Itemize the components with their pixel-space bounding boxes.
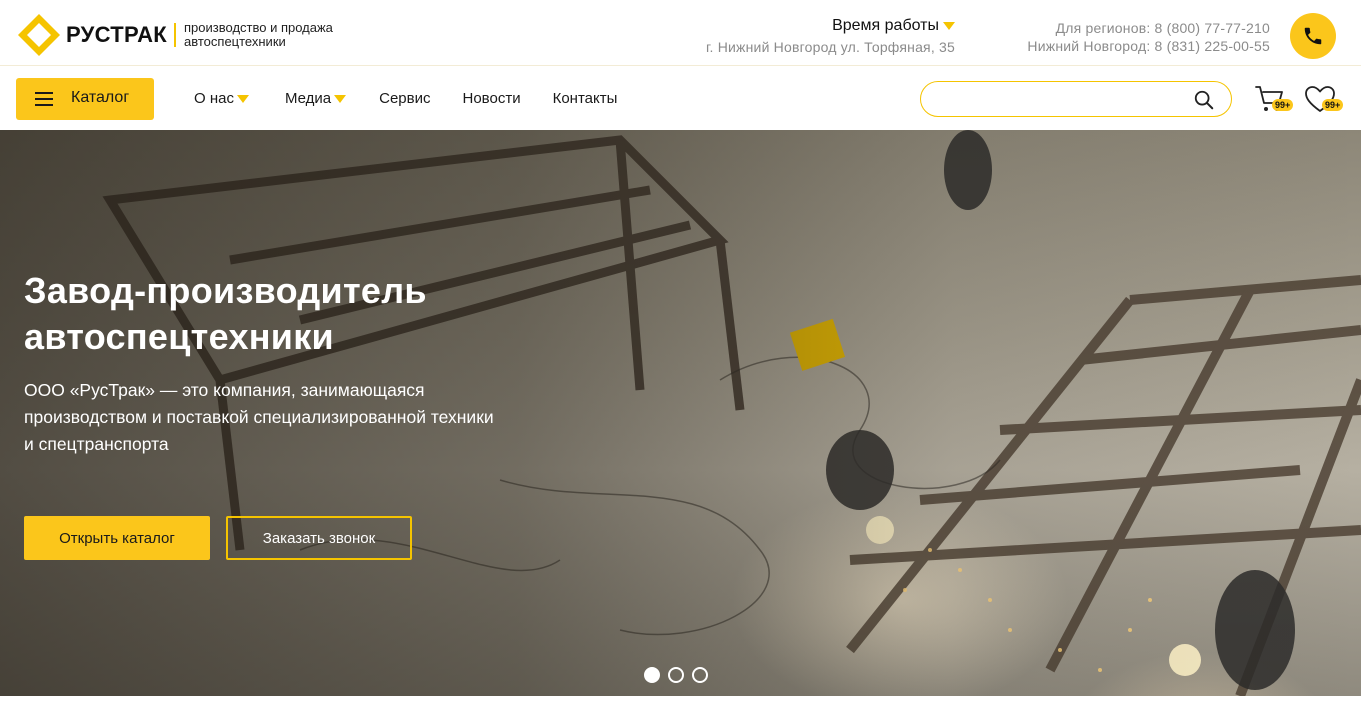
- request-call-button[interactable]: Заказать звонок: [226, 516, 412, 560]
- phone-numbers: Для регионов: 8 (800) 77-77-210 Нижний Н…: [1027, 19, 1270, 55]
- logo-tagline: производство и продажа автоспецтехники: [184, 21, 333, 49]
- hero-title-line2: автоспецтехники: [24, 316, 334, 357]
- main-nav: Каталог О нас Медиа Сервис Новости Конта…: [0, 66, 1361, 130]
- nav-menu: О нас Медиа Сервис Новости Контакты: [194, 90, 617, 107]
- logo-divider: [174, 23, 177, 47]
- slider-pagination: [644, 667, 708, 683]
- working-hours: Время работы г. Нижний Новгород ул. Торф…: [706, 17, 955, 55]
- nav-item-service[interactable]: Сервис: [379, 90, 430, 107]
- search-box: [920, 81, 1232, 117]
- cart-button[interactable]: 99+: [1254, 84, 1294, 116]
- nav-item-news-label: Новости: [462, 90, 521, 107]
- logo-link[interactable]: РУСТРАК производство и продажа автоспецт…: [16, 12, 333, 58]
- chevron-down-icon: [236, 94, 249, 103]
- nav-item-media-label: Медиа: [284, 90, 332, 107]
- call-button[interactable]: [1290, 13, 1336, 59]
- hero-title: Завод-производитель автоспецтехники: [24, 268, 427, 360]
- chevron-down-icon: [943, 22, 955, 30]
- cart-count-badge: 99+: [1272, 99, 1294, 111]
- nav-item-about-label: О нас: [194, 90, 234, 107]
- chevron-down-icon: [334, 94, 347, 103]
- hero-banner: Завод-производитель автоспецтехники ООО …: [0, 130, 1361, 696]
- open-catalog-button[interactable]: Открыть каталог: [24, 516, 210, 560]
- logo-tagline-line2: автоспецтехники: [184, 34, 286, 49]
- address-text: г. Нижний Новгород ул. Торфяная, 35: [705, 39, 955, 55]
- nav-item-about[interactable]: О нас: [194, 90, 249, 107]
- slider-dot-2[interactable]: [668, 667, 684, 683]
- nav-item-media[interactable]: Медиа: [284, 90, 347, 107]
- logo-diamond-icon: [16, 12, 62, 58]
- slider-dot-1[interactable]: [644, 667, 660, 683]
- working-hours-toggle[interactable]: Время работы: [832, 17, 955, 35]
- hamburger-icon: [35, 92, 53, 106]
- phone-icon: [1304, 27, 1322, 45]
- catalog-button[interactable]: Каталог: [16, 78, 154, 120]
- logo-tagline-line1: производство и продажа: [184, 20, 333, 35]
- catalog-button-label: Каталог: [71, 89, 130, 106]
- logo-name: РУСТРАК: [66, 22, 168, 47]
- search-icon[interactable]: [1193, 89, 1215, 111]
- favorites-button[interactable]: 99+: [1304, 84, 1346, 116]
- phone-regions[interactable]: Для регионов: 8 (800) 77-77-210: [1027, 19, 1270, 37]
- nav-item-service-label: Сервис: [379, 90, 431, 107]
- slider-dot-3[interactable]: [692, 667, 708, 683]
- search-input[interactable]: [935, 90, 1185, 110]
- phone-city[interactable]: Нижний Новгород: 8 (831) 225-00-55: [1027, 37, 1270, 55]
- favorites-count-badge: 99+: [1322, 99, 1344, 111]
- working-hours-label: Время работы: [832, 17, 939, 34]
- top-header: РУСТРАК производство и продажа автоспецт…: [0, 0, 1361, 66]
- nav-item-contacts-label: Контакты: [552, 90, 618, 107]
- nav-item-contacts[interactable]: Контакты: [553, 90, 618, 107]
- hero-description: ООО «РусТрак» — это компания, занимающая…: [24, 380, 494, 454]
- nav-item-news[interactable]: Новости: [463, 90, 521, 107]
- hero-title-line1: Завод-производитель: [24, 270, 427, 311]
